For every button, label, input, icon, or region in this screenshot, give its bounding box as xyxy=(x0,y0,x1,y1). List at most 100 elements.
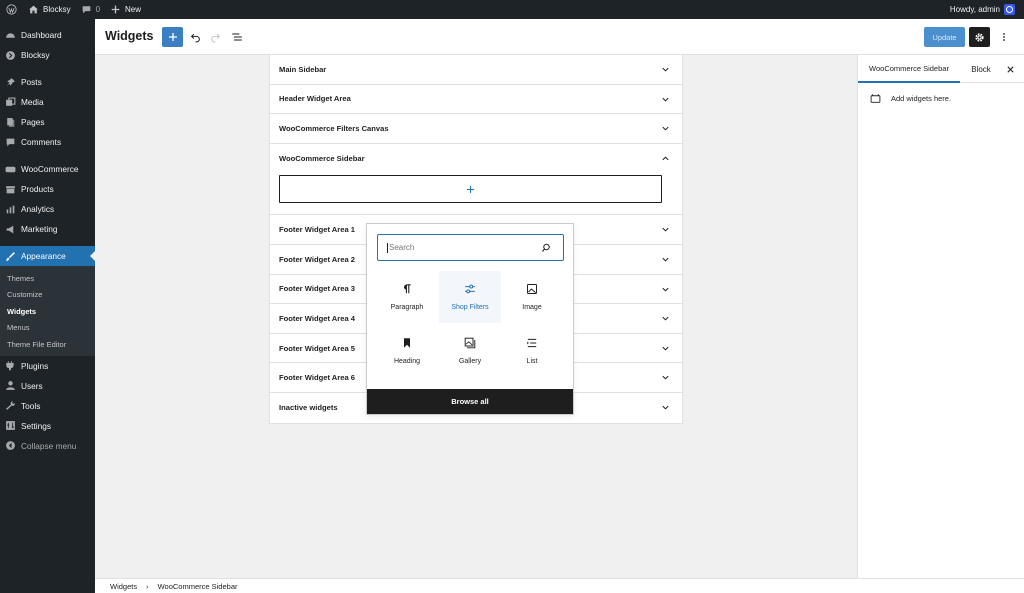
menu-label: WooCommerce xyxy=(21,164,79,174)
new-content-link[interactable]: New xyxy=(105,0,146,19)
widget-area-title: WooCommerce Sidebar xyxy=(279,154,365,164)
plus-icon xyxy=(466,185,475,193)
browse-all-button[interactable]: Browse all xyxy=(367,389,573,414)
submenu-item-menus[interactable]: Menus xyxy=(0,320,95,337)
paragraph-icon xyxy=(401,283,413,295)
chevron-up-icon xyxy=(662,156,669,160)
menu-item-appearance[interactable]: Appearance xyxy=(0,246,95,266)
collapse-arrow-icon xyxy=(5,440,16,451)
chevron-down-icon xyxy=(662,257,669,262)
menu-item-analytics[interactable]: Analytics xyxy=(0,199,95,219)
widget-area-main-sidebar[interactable]: Main Sidebar xyxy=(270,55,682,85)
description-text: Add widgets here. xyxy=(891,94,952,103)
admin-bar: Blocksy 0 New Howdy, admin xyxy=(0,0,1024,19)
site-name: Blocksy xyxy=(43,5,71,14)
undo-button[interactable] xyxy=(187,28,203,46)
block-item-image[interactable]: Image xyxy=(501,271,563,323)
block-item-heading[interactable]: Heading xyxy=(376,325,438,377)
site-name-link[interactable]: Blocksy xyxy=(23,0,76,19)
block-item-paragraph[interactable]: Paragraph xyxy=(376,271,438,323)
widget-area-title: Main Sidebar xyxy=(279,64,327,74)
block-item-shop-filters[interactable]: Shop Filters xyxy=(439,271,501,323)
widget-area-filters-canvas[interactable]: WooCommerce Filters Canvas xyxy=(270,114,682,144)
my-account-link[interactable]: Howdy, admin xyxy=(945,0,1020,19)
pages-icon xyxy=(5,117,16,128)
menu-item-users[interactable]: Users xyxy=(0,376,95,396)
gear-icon xyxy=(975,32,984,42)
menu-label: Plugins xyxy=(21,360,49,371)
update-button[interactable]: Update xyxy=(924,27,965,47)
comment-bubble-icon xyxy=(82,6,90,14)
menu-label: Comments xyxy=(21,137,62,147)
menu-item-products[interactable]: Products xyxy=(0,179,95,199)
menu-item-tools[interactable]: Tools xyxy=(0,396,95,416)
new-label: New xyxy=(125,5,142,14)
block-search-input[interactable]: Search xyxy=(377,234,564,261)
menu-item-media[interactable]: Media xyxy=(0,92,95,112)
menu-item-dashboard[interactable]: Dashboard xyxy=(0,25,95,45)
menu-item-posts[interactable]: Posts xyxy=(0,72,95,92)
menu-item-pages[interactable]: Pages xyxy=(0,112,95,132)
menu-item-collapse[interactable]: Collapse menu xyxy=(0,436,95,456)
archive-box-icon xyxy=(5,184,16,195)
menu-label: Pages xyxy=(21,117,45,127)
chevron-down-icon xyxy=(662,228,669,232)
comments-link[interactable]: 0 xyxy=(76,0,105,19)
menu-item-comments[interactable]: Comments xyxy=(0,132,95,152)
chevron-down-icon xyxy=(662,405,669,410)
sidebar-tabs: WooCommerce Sidebar Block xyxy=(858,55,1024,83)
submenu-item-theme-file-editor[interactable]: Theme File Editor xyxy=(0,336,95,353)
block-item-gallery[interactable]: Gallery xyxy=(439,325,501,377)
settings-toggle-button[interactable] xyxy=(969,27,990,47)
chevron-down-icon xyxy=(662,346,669,351)
menu-label: Blocksy xyxy=(21,50,50,60)
menu-item-settings[interactable]: Settings xyxy=(0,416,95,436)
close-icon xyxy=(1006,65,1014,73)
redo-icon xyxy=(210,33,220,42)
options-menu-button[interactable] xyxy=(996,28,1012,46)
woocommerce-logo-icon xyxy=(5,164,16,175)
paintbrush-icon xyxy=(5,251,16,262)
wordpress-logo-icon[interactable] xyxy=(0,0,23,19)
block-inserter-button[interactable] xyxy=(162,27,183,47)
widget-area-woocommerce-sidebar[interactable]: WooCommerce Sidebar xyxy=(270,144,682,174)
menu-label: Dashboard xyxy=(21,30,62,40)
breadcrumb-root[interactable]: Widgets xyxy=(110,582,137,591)
howdy-text: Howdy, admin xyxy=(949,5,1000,14)
page-title: Widgets xyxy=(105,29,154,43)
menu-label: Posts xyxy=(21,77,42,87)
redo-button[interactable] xyxy=(207,28,223,46)
image-icon xyxy=(526,283,538,295)
chevron-down-icon xyxy=(662,376,669,380)
menu-item-blocksy[interactable]: Blocksy xyxy=(0,45,95,65)
menu-label: Users xyxy=(21,380,43,391)
menu-item-marketing[interactable]: Marketing xyxy=(0,219,95,239)
menu-item-woocommerce[interactable]: WooCommerce xyxy=(0,159,95,179)
tab-widget-area[interactable]: WooCommerce Sidebar xyxy=(858,55,960,83)
search-placeholder: Search xyxy=(389,243,415,252)
widget-area-title: Footer Widget Area 6 xyxy=(279,373,356,383)
close-sidebar-button[interactable] xyxy=(1004,63,1016,75)
breadcrumb: Widgets › WooCommerce Sidebar xyxy=(95,578,1024,593)
widget-area-title: Inactive widgets xyxy=(279,403,338,413)
block-label: Shop Filters xyxy=(451,304,489,311)
submenu-item-customize[interactable]: Customize xyxy=(0,287,95,304)
widget-area-title: Footer Widget Area 4 xyxy=(279,313,356,323)
chevron-down-icon xyxy=(662,126,669,131)
menu-label: Media xyxy=(21,97,44,107)
breadcrumb-current[interactable]: WooCommerce Sidebar xyxy=(158,582,238,591)
search-icon xyxy=(542,243,550,252)
pushpin-icon xyxy=(5,77,16,88)
chevron-down-icon xyxy=(662,316,669,321)
submenu-item-themes[interactable]: Themes xyxy=(0,270,95,287)
editor-header: Widgets Update xyxy=(95,19,1024,55)
plus-icon xyxy=(168,33,177,41)
menu-item-plugins[interactable]: Plugins xyxy=(0,356,95,376)
list-view-button[interactable] xyxy=(229,28,245,46)
widget-area-header[interactable]: Header Widget Area xyxy=(270,85,682,115)
submenu-item-widgets[interactable]: Widgets xyxy=(0,303,95,320)
dashboard-gauge-icon xyxy=(5,30,16,41)
block-item-list[interactable]: List xyxy=(501,325,563,377)
block-appender-button[interactable] xyxy=(279,175,662,204)
tab-block[interactable]: Block xyxy=(963,55,999,83)
